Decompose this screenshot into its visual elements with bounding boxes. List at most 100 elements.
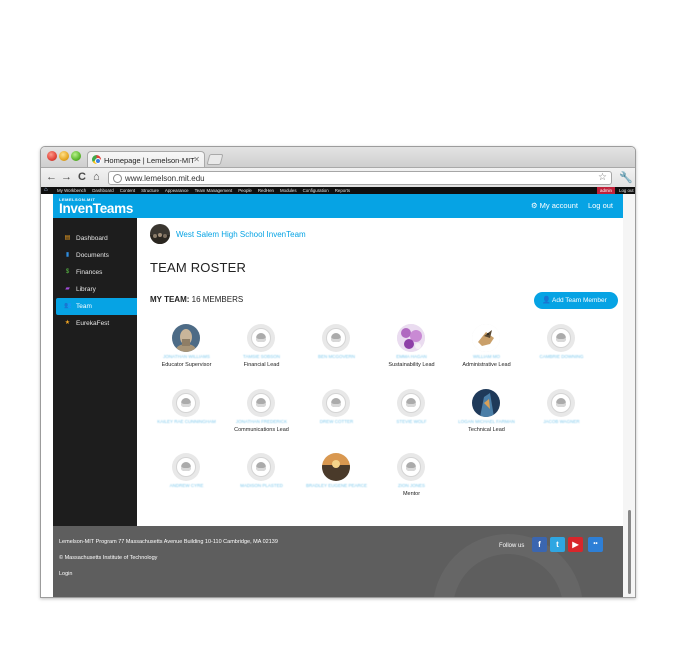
minimize-window-button[interactable] bbox=[59, 151, 69, 161]
globe-icon bbox=[113, 174, 122, 183]
admin-menu-item[interactable]: Structure bbox=[141, 188, 159, 193]
member-name-link[interactable]: LOGAN MICHAEL FARMAN bbox=[449, 419, 524, 424]
wrench-menu-icon[interactable]: 🔧 bbox=[619, 171, 633, 184]
home-button[interactable]: ⌂ bbox=[93, 171, 100, 183]
admin-menu-item[interactable]: Appearance bbox=[165, 188, 189, 193]
member-name-link[interactable]: BEN MCGOVERN bbox=[299, 354, 374, 359]
sidebar: ▤ Dashboard ▮ Documents $ Finances ▰ Library 👥 Te… bbox=[53, 218, 137, 526]
tab-strip: Homepage | Lemelson-MIT ✕ bbox=[41, 147, 635, 168]
close-window-button[interactable] bbox=[47, 151, 57, 161]
close-tab-icon[interactable]: ✕ bbox=[193, 155, 200, 164]
my-account-link[interactable]: ⚙ My account bbox=[531, 201, 578, 210]
member-photo[interactable] bbox=[472, 324, 500, 352]
admin-menu-item[interactable]: People bbox=[238, 188, 252, 193]
zoom-window-button[interactable] bbox=[71, 151, 81, 161]
member-photo[interactable] bbox=[322, 453, 350, 481]
default-avatar-icon[interactable] bbox=[247, 324, 275, 352]
member-name-link[interactable]: ZION JONES bbox=[374, 483, 449, 488]
sidebar-item-team[interactable]: 👥 Team bbox=[56, 298, 137, 315]
admin-menu-item[interactable]: RedHen bbox=[258, 188, 274, 193]
bookmark-star-icon[interactable]: ☆ bbox=[598, 172, 607, 183]
team-member-card: STEVIE WOLF bbox=[374, 389, 449, 445]
member-name-link[interactable]: STEVIE WOLF bbox=[374, 419, 449, 424]
team-member-card: JACOB WAGNER bbox=[524, 389, 599, 445]
default-avatar-icon[interactable] bbox=[397, 389, 425, 417]
team-member-card: LOGAN MICHAEL FARMAN Technical Lead bbox=[449, 389, 524, 445]
sidebar-item-dashboard[interactable]: ▤ Dashboard bbox=[56, 230, 137, 247]
sidebar-item-documents[interactable]: ▮ Documents bbox=[56, 247, 137, 264]
member-count: 16 MEMBERS bbox=[191, 295, 244, 304]
team-member-card: WILLIAM MO Administrative Lead bbox=[449, 324, 524, 380]
sidebar-item-label: Team bbox=[76, 303, 92, 310]
chart-icon: ▤ bbox=[64, 235, 71, 241]
browser-tab[interactable]: Homepage | Lemelson-MIT ✕ bbox=[87, 151, 205, 168]
admin-menu-item[interactable]: Dashboard bbox=[92, 188, 113, 193]
footer-login-link[interactable]: Login bbox=[59, 571, 72, 577]
member-name-link[interactable]: DREW COTTER bbox=[299, 419, 374, 424]
dollar-icon: $ bbox=[65, 269, 70, 275]
team-member-card: BRADLEY EUGENE PEARCE bbox=[299, 453, 374, 509]
forward-button[interactable]: → bbox=[61, 171, 72, 183]
member-name-link[interactable]: JONATHAN FREDERICK bbox=[224, 419, 299, 424]
default-avatar-icon[interactable] bbox=[547, 324, 575, 352]
youtube-icon[interactable]: ▶ bbox=[568, 537, 583, 552]
member-name-link[interactable]: ANDREW CYRE bbox=[149, 483, 224, 488]
school-avatar bbox=[150, 224, 170, 244]
member-name-link[interactable]: MADISON PLASTED bbox=[224, 483, 299, 488]
facebook-icon[interactable]: f bbox=[532, 537, 547, 552]
member-name-link[interactable]: JONATHAN WILLIAMS bbox=[149, 354, 224, 359]
follow-us-label: Follow us bbox=[499, 543, 525, 549]
member-name-link[interactable]: TAMSIE SOBSON bbox=[224, 354, 299, 359]
member-role: Financial Lead bbox=[243, 362, 280, 368]
team-member-card: ANDREW CYRE bbox=[149, 453, 224, 509]
default-avatar-icon[interactable] bbox=[247, 389, 275, 417]
admin-menu-item[interactable]: Reports bbox=[335, 188, 350, 193]
school-link[interactable]: West Salem High School InvenTeam bbox=[150, 224, 306, 244]
member-name-link[interactable]: BRADLEY EUGENE PEARCE bbox=[299, 483, 374, 488]
member-photo[interactable] bbox=[397, 324, 425, 352]
default-avatar-icon[interactable] bbox=[172, 453, 200, 481]
document-icon: ▮ bbox=[65, 252, 70, 258]
admin-menu-item[interactable]: Modules bbox=[280, 188, 297, 193]
back-button[interactable]: ← bbox=[46, 171, 57, 183]
flickr-icon[interactable]: •• bbox=[588, 537, 603, 552]
sidebar-item-finances[interactable]: $ Finances bbox=[56, 264, 137, 281]
admin-toolbar: ⌂ My Workbench Dashboard Content Structure A… bbox=[41, 187, 635, 194]
admin-menu-item[interactable]: Team Management bbox=[195, 188, 233, 193]
default-avatar-icon[interactable] bbox=[247, 453, 275, 481]
inventeams-logo[interactable]: LEMELSON-MIT InvenTeams bbox=[59, 198, 133, 216]
member-name-link[interactable]: JACOB WAGNER bbox=[524, 419, 599, 424]
default-avatar-icon[interactable] bbox=[547, 389, 575, 417]
admin-menu-item[interactable]: My Workbench bbox=[57, 188, 86, 193]
admin-user-badge[interactable]: admin bbox=[597, 187, 615, 194]
admin-menu-item[interactable]: Content bbox=[120, 188, 135, 193]
team-member-card: EMMA HAGAN Sustainability Lead bbox=[374, 324, 449, 380]
scrollbar-thumb[interactable] bbox=[628, 510, 631, 594]
default-avatar-icon[interactable] bbox=[397, 453, 425, 481]
home-icon[interactable]: ⌂ bbox=[44, 187, 48, 194]
default-avatar-icon[interactable] bbox=[322, 324, 350, 352]
member-name-link[interactable]: EMMA HAGAN bbox=[374, 354, 449, 359]
admin-menu-item[interactable]: Configuration bbox=[303, 188, 329, 193]
address-bar[interactable]: www.lemelson.mit.edu ☆ bbox=[108, 171, 612, 185]
default-avatar-icon[interactable] bbox=[322, 389, 350, 417]
page-scrollbar[interactable] bbox=[623, 194, 635, 597]
team-member-card: BEN MCGOVERN bbox=[299, 324, 374, 380]
footer-copyright: © Massachusetts Institute of Technology bbox=[59, 555, 158, 561]
logout-link[interactable]: Log out bbox=[588, 201, 613, 210]
twitter-icon[interactable]: t bbox=[550, 537, 565, 552]
member-photo[interactable] bbox=[172, 324, 200, 352]
member-name-link[interactable]: WILLIAM MO bbox=[449, 354, 524, 359]
add-team-member-button[interactable]: 👤 Add Team Member bbox=[534, 292, 618, 309]
member-name-link[interactable]: KAILEY RAE CUNNINGHAM bbox=[149, 419, 224, 424]
sidebar-item-library[interactable]: ▰ Library bbox=[56, 281, 137, 298]
book-icon: ▰ bbox=[65, 286, 70, 292]
default-avatar-icon[interactable] bbox=[172, 389, 200, 417]
team-member-card: MADISON PLASTED bbox=[224, 453, 299, 509]
admin-logout-link[interactable]: Log out bbox=[619, 188, 634, 193]
member-name-link[interactable]: CAMBRIE DOWNING bbox=[524, 354, 599, 359]
reload-button[interactable]: C bbox=[78, 171, 86, 183]
new-tab-button[interactable] bbox=[206, 154, 224, 165]
sidebar-item-eurekafest[interactable]: ★ EurekaFest bbox=[56, 315, 137, 332]
member-photo[interactable] bbox=[472, 389, 500, 417]
